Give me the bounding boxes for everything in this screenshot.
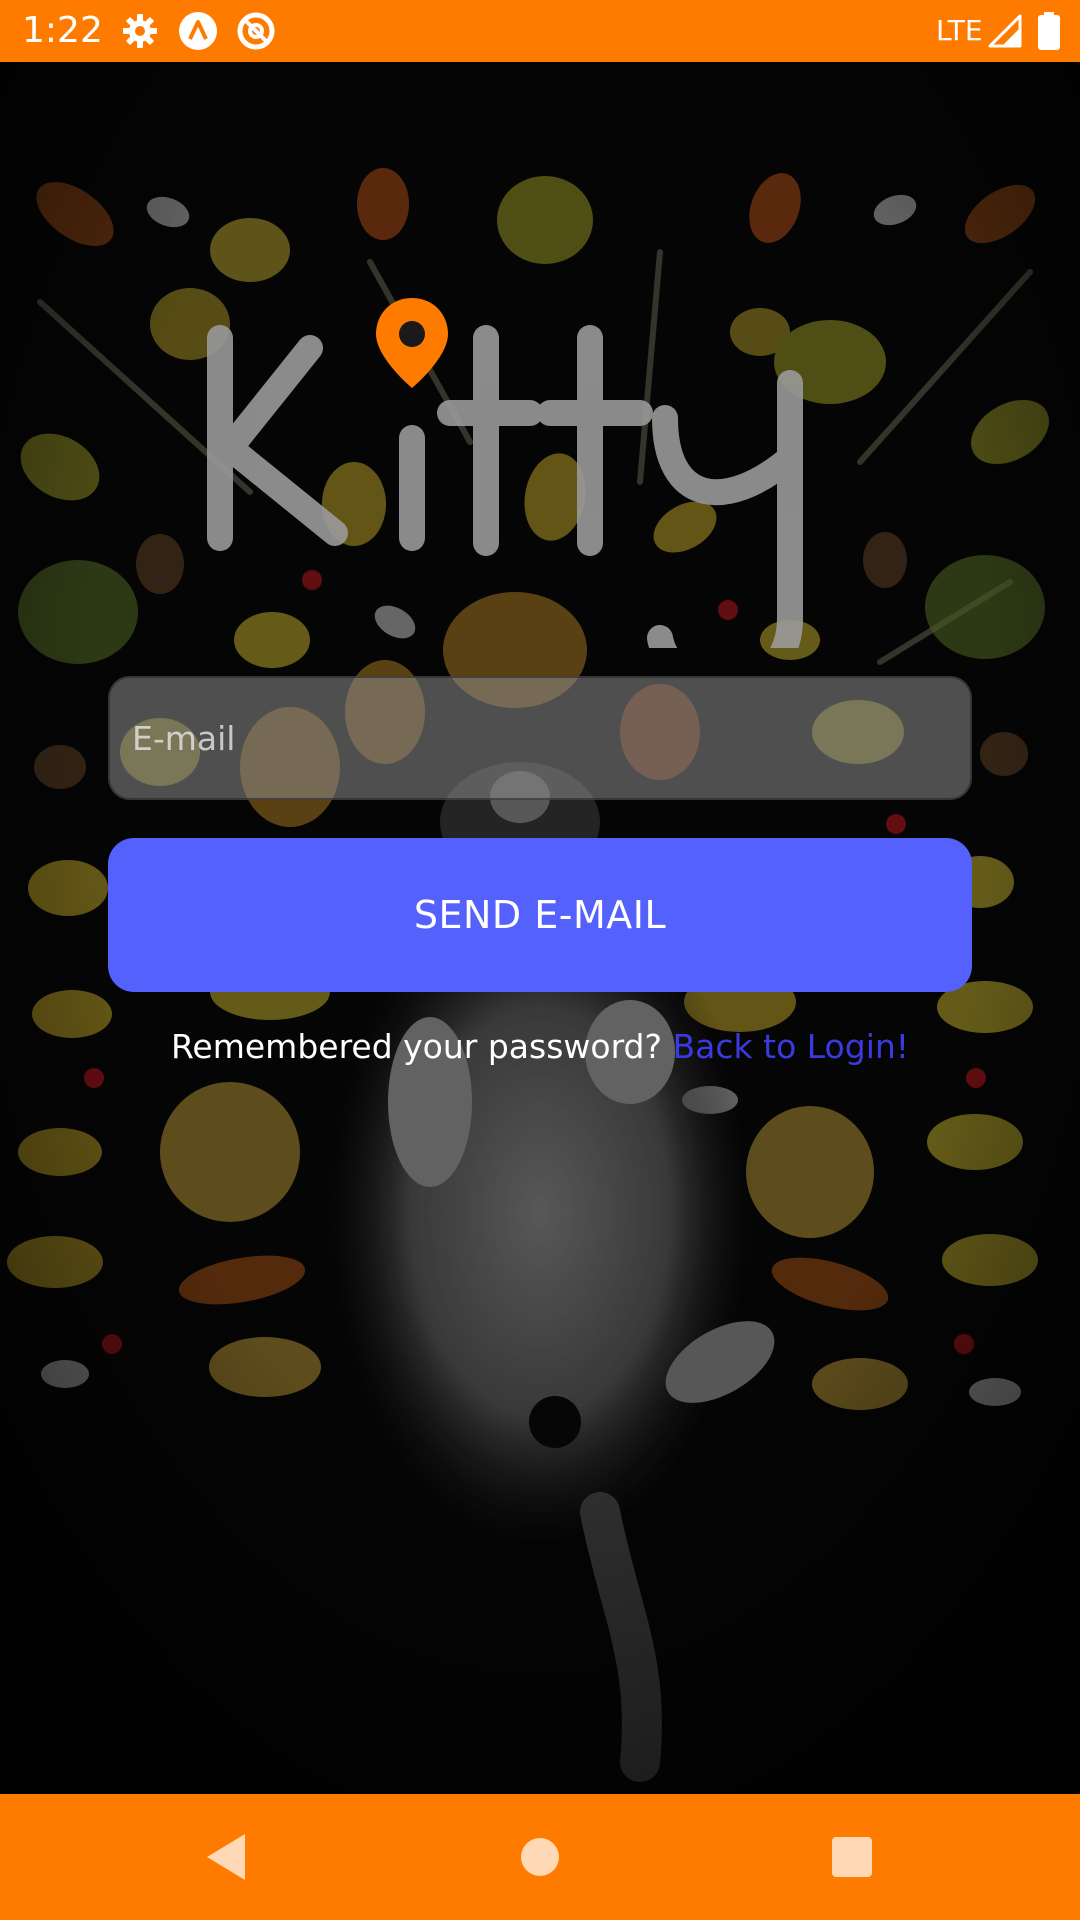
email-input[interactable] bbox=[108, 676, 972, 800]
home-icon[interactable] bbox=[505, 1822, 575, 1892]
battery-icon bbox=[1038, 12, 1060, 50]
signal-icon bbox=[988, 14, 1022, 48]
navigation-bar bbox=[0, 1794, 1080, 1920]
app-a-icon bbox=[179, 12, 217, 50]
forgot-password-screen: 1:22 LTE E-mail SEND E-MAIL Remembered y… bbox=[0, 0, 1080, 1920]
gear-icon bbox=[123, 14, 157, 48]
no-disturb-icon bbox=[237, 12, 275, 50]
back-icon[interactable] bbox=[193, 1822, 263, 1892]
remembered-password-text: Remembered your password? bbox=[170, 1027, 663, 1066]
recents-icon[interactable] bbox=[817, 1822, 887, 1892]
kitty-logo bbox=[207, 298, 803, 648]
status-time: 1:22 bbox=[22, 10, 103, 51]
network-type: LTE bbox=[936, 14, 983, 47]
back-to-login-link[interactable]: Back to Login! bbox=[673, 1027, 909, 1066]
send-email-button[interactable]: SEND E-MAIL bbox=[108, 838, 972, 992]
back-to-login-row: Remembered your password? Back to Login! bbox=[0, 1024, 1080, 1070]
status-bar: 1:22 LTE bbox=[0, 0, 1080, 62]
